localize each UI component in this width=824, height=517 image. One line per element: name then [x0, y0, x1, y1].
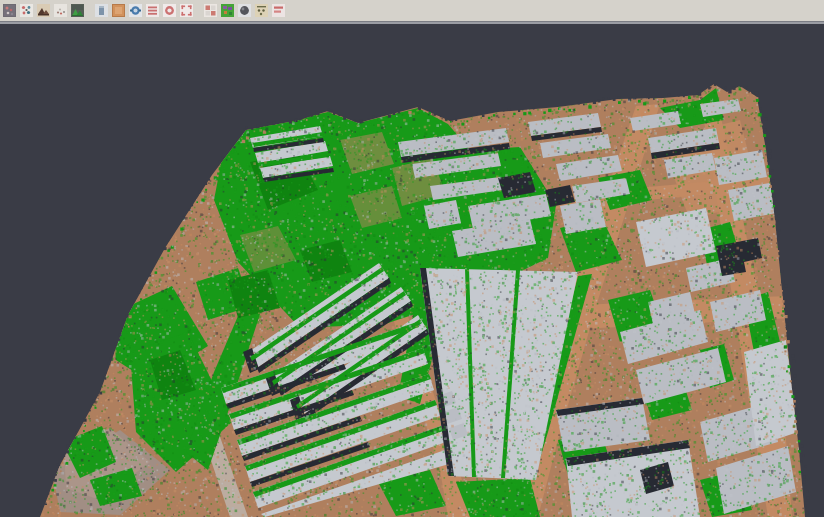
checker-icon[interactable] [203, 3, 218, 18]
ortho-image-icon[interactable] [111, 3, 126, 18]
toolbar [0, 0, 824, 21]
pointcloud-scene [0, 24, 824, 517]
point-cloud-icon[interactable] [2, 3, 17, 18]
sync-globe-icon[interactable] [128, 3, 143, 18]
matrix-icon[interactable] [254, 3, 269, 18]
toolbar-separator [195, 3, 202, 18]
viewport-3d[interactable] [0, 24, 824, 517]
toolbar-separator [86, 3, 93, 18]
sparse-points-icon[interactable] [53, 3, 68, 18]
list-icon[interactable] [145, 3, 160, 18]
registration-points-icon[interactable] [19, 3, 34, 18]
dem-mountain-icon[interactable] [36, 3, 51, 18]
terrain-icon[interactable] [70, 3, 85, 18]
classification-icon[interactable] [220, 3, 235, 18]
profile-column-icon[interactable] [94, 3, 109, 18]
crop-icon[interactable] [179, 3, 194, 18]
bars-icon[interactable] [271, 3, 286, 18]
target-icon[interactable] [162, 3, 177, 18]
sphere-icon[interactable] [237, 3, 252, 18]
